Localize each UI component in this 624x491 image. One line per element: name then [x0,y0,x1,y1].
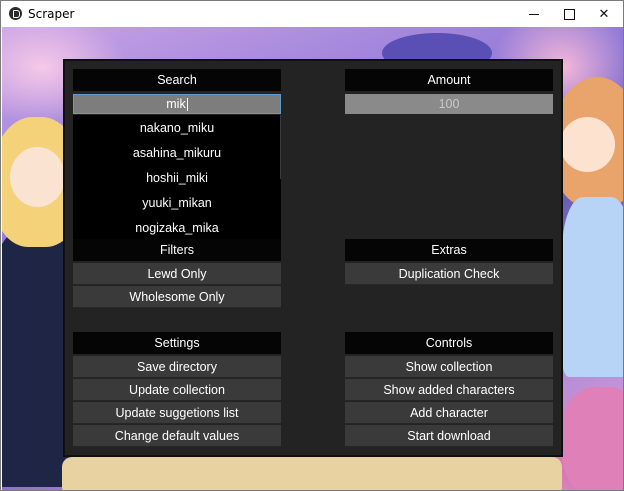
wholesome-only-button[interactable]: Wholesome Only [73,286,281,308]
update-suggestions-list-button[interactable]: Update suggetions list [73,402,281,424]
suggestion-item[interactable]: nakano_miku [73,115,281,140]
maximize-button[interactable] [552,1,586,27]
extras-header: Extras [345,239,553,261]
search-input[interactable]: mik [73,94,281,114]
close-button[interactable]: ✕ [587,1,621,27]
save-directory-button[interactable]: Save directory [73,356,281,378]
artwork-shape [562,197,623,377]
search-input-value: mik [166,97,186,111]
add-character-button[interactable]: Add character [345,402,553,424]
suggestion-list: nakano_miku asahina_mikuru hoshii_miki y… [73,115,281,240]
amount-input[interactable]: 100 [345,94,553,114]
app-window: Scraper ✕ Search mik nakano_miku asahina… [0,0,624,491]
artwork-shape [562,387,623,490]
update-collection-button[interactable]: Update collection [73,379,281,401]
suggestion-scrollbar[interactable] [280,115,281,179]
controls-header: Controls [345,332,553,354]
artwork-shape [10,147,65,207]
suggestion-item[interactable]: hoshii_miki [73,165,281,190]
artwork-shape [62,457,562,490]
settings-header: Settings [73,332,281,354]
amount-header: Amount [345,69,553,91]
start-download-button[interactable]: Start download [345,425,553,447]
duplication-check-button[interactable]: Duplication Check [345,263,553,285]
minimize-icon [529,13,539,15]
main-panel: Search mik nakano_miku asahina_mikuru ho… [64,60,562,456]
app-icon [9,7,22,20]
search-header: Search [73,69,281,91]
change-default-values-button[interactable]: Change default values [73,425,281,447]
filters-header: Filters [73,239,281,261]
show-added-characters-button[interactable]: Show added characters [345,379,553,401]
suggestion-item[interactable]: yuuki_mikan [73,190,281,215]
title-bar[interactable]: Scraper ✕ [1,1,623,27]
close-icon: ✕ [598,6,610,22]
show-collection-button[interactable]: Show collection [345,356,553,378]
text-caret [186,97,188,111]
suggestion-item[interactable]: nogizaka_mika [73,215,281,240]
suggestion-item[interactable]: asahina_mikuru [73,140,281,165]
window-title: Scraper [28,7,75,21]
minimize-button[interactable] [517,1,551,27]
maximize-icon [563,8,575,20]
lewd-only-button[interactable]: Lewd Only [73,263,281,285]
artwork-shape [560,117,615,172]
